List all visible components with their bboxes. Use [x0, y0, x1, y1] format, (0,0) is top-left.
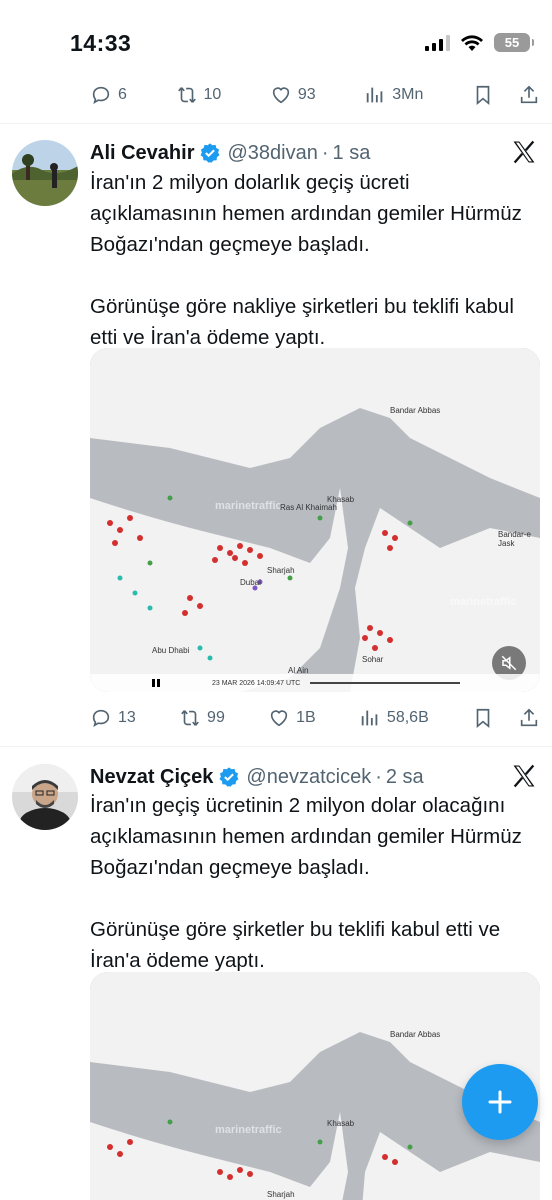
tweet-header: Ali Cevahir @38divan · 1 sa	[90, 138, 370, 168]
retweet-count: 99	[207, 709, 225, 726]
city-label: Sharjah	[267, 1190, 295, 1199]
city-label: Abu Dhabi	[152, 646, 190, 655]
separator-dot: ·	[375, 765, 382, 788]
divider	[0, 746, 552, 747]
compose-button[interactable]	[462, 1064, 538, 1140]
like-count: 1B	[296, 709, 316, 726]
views-count: 3Mn	[392, 86, 424, 103]
views-count: 58,6B	[386, 709, 429, 726]
like-button[interactable]: 1B	[268, 707, 316, 729]
verified-icon	[219, 767, 239, 787]
x-logo-icon[interactable]	[510, 138, 538, 166]
author-name[interactable]: Nevzat Çiçek	[90, 766, 213, 789]
reply-button[interactable]: 6	[90, 84, 127, 106]
pause-icon[interactable]	[150, 677, 162, 689]
views-icon	[367, 87, 383, 103]
bookmark-icon[interactable]	[472, 707, 494, 729]
city-label: Bandar Abbas	[390, 406, 441, 415]
signal-icon	[425, 34, 450, 51]
retweet-icon	[181, 710, 199, 726]
video-scrubber[interactable]	[310, 682, 461, 684]
tweet-header: Nevzat Çiçek @nevzatcicek · 2 sa	[90, 762, 424, 792]
wifi-icon	[461, 34, 483, 51]
divider	[0, 123, 552, 124]
map-image	[90, 348, 540, 692]
retweet-count: 10	[203, 86, 222, 103]
separator-dot: ·	[321, 141, 329, 164]
tweet-media-video[interactable]: marinetraffic marinetraffic Bandar Abbas…	[90, 348, 540, 692]
video-timestamp: 23 MAR 2026 14:09:47 UTC	[212, 679, 301, 687]
verified-icon	[201, 143, 220, 163]
retweet-icon	[177, 87, 196, 103]
share-icon[interactable]	[518, 707, 540, 729]
retweet-button[interactable]: 99	[179, 707, 225, 729]
like-icon	[270, 710, 288, 727]
city-label: Sharjah	[267, 566, 295, 575]
city-label: Bandar-e Jask	[498, 530, 531, 548]
author-name[interactable]: Ali Cevahir	[90, 142, 194, 165]
retweet-button[interactable]: 10	[176, 84, 222, 106]
like-button[interactable]: 93	[270, 84, 316, 106]
share-icon[interactable]	[518, 84, 540, 106]
city-label: Sohar	[362, 655, 384, 664]
bookmark-icon[interactable]	[472, 84, 494, 106]
video-controls: 23 MAR 2026 14:09:47 UTC	[90, 674, 540, 692]
views-icon	[361, 710, 378, 726]
avatar[interactable]	[12, 140, 78, 206]
tweet-time: 2 sa	[385, 765, 424, 788]
tweet-text: İran'ın geçiş ücretinin 2 milyon dolar o…	[90, 794, 522, 972]
status-time: 14:33	[70, 30, 132, 56]
avatar[interactable]	[12, 764, 78, 830]
reply-count: 6	[118, 86, 127, 103]
reply-count: 13	[118, 709, 136, 726]
map-watermark: marinetraffic	[215, 1124, 282, 1136]
author-handle[interactable]: @38divan	[227, 142, 317, 165]
tweet-time: 1 sa	[332, 141, 371, 164]
author-handle[interactable]: @nevzatcicek	[246, 766, 371, 789]
tweet-actions: 13 99 1B 58,6B	[90, 703, 540, 733]
city-label: Bandar Abbas	[390, 1030, 441, 1039]
city-label: Ras Al Khaimah	[280, 503, 337, 512]
views-button[interactable]: 3Mn	[364, 84, 423, 106]
status-icons: 55	[425, 33, 534, 52]
mute-icon	[501, 655, 517, 671]
tweet-text: İran'ın 2 milyon dolarlık geçiş ücreti a…	[90, 171, 522, 349]
status-bar: 14:33 55	[0, 0, 552, 88]
views-button[interactable]: 58,6B	[359, 707, 429, 729]
reply-button[interactable]: 13	[90, 707, 136, 729]
prev-tweet-actions: 6 10 93 3Mn	[90, 80, 540, 110]
like-icon	[272, 87, 290, 104]
city-label: Dubai	[240, 578, 261, 587]
reply-icon	[92, 709, 110, 728]
x-logo-icon[interactable]	[510, 762, 538, 790]
map-watermark: marinetraffic	[215, 500, 282, 512]
map-watermark-2: marinetraffic	[450, 596, 517, 608]
compose-icon	[488, 1090, 512, 1114]
reply-icon	[92, 86, 110, 105]
battery-indicator: 55	[494, 33, 534, 52]
city-label: Khasab	[327, 1119, 355, 1128]
like-count: 93	[297, 86, 316, 103]
